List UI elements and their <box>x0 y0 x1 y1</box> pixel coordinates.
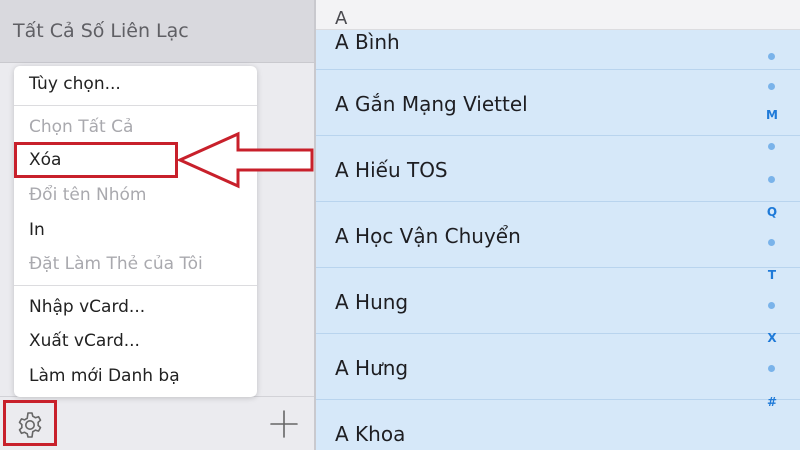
contact-name: A Hung <box>335 290 409 314</box>
settings-popup-menu: Tùy chọn... Chọn Tất Cả Xóa Đổi tên Nhóm… <box>14 66 257 397</box>
contact-name: A Hưng <box>335 356 409 380</box>
contact-name: A Bình <box>335 30 400 54</box>
index-dot[interactable] <box>768 143 775 150</box>
index-dot[interactable] <box>768 302 775 309</box>
menu-item-import-vcard[interactable]: Nhập vCard... <box>29 297 145 317</box>
index-letter-q[interactable]: Q <box>764 205 780 219</box>
sidebar-header: Tất Cả Số Liên Lạc <box>0 0 316 62</box>
menu-item-export-vcard[interactable]: Xuất vCard... <box>29 331 140 351</box>
menu-item-select-all: Chọn Tất Cả <box>29 117 134 137</box>
index-dot[interactable] <box>768 365 775 372</box>
menu-item-rename-group: Đổi tên Nhóm <box>29 185 147 205</box>
contact-row[interactable]: A Hiếu TOS <box>316 136 800 202</box>
contact-row[interactable]: A Khoa <box>316 400 800 450</box>
group-title[interactable]: Tất Cả Số Liên Lạc <box>13 20 189 42</box>
menu-separator <box>14 105 257 106</box>
index-dot[interactable] <box>768 239 775 246</box>
menu-item-preferences[interactable]: Tùy chọn... <box>29 74 121 94</box>
index-letter-x[interactable]: X <box>764 331 780 345</box>
contact-row[interactable]: A Hung <box>316 268 800 334</box>
menu-item-print[interactable]: In <box>29 220 45 240</box>
settings-button[interactable] <box>3 400 57 446</box>
contact-row[interactable]: A Gắn Mạng Viettel <box>316 70 800 136</box>
index-letter-m[interactable]: M <box>764 108 780 122</box>
contact-name: A Hiếu TOS <box>335 158 448 182</box>
menu-item-refresh-contacts[interactable]: Làm mới Danh bạ <box>29 366 180 386</box>
menu-item-make-my-card: Đặt Làm Thẻ của Tôi <box>29 254 203 274</box>
index-letter-t[interactable]: T <box>764 268 780 282</box>
index-dot[interactable] <box>768 53 775 60</box>
contact-name: A Khoa <box>335 422 406 446</box>
index-letter-hash[interactable]: # <box>764 395 780 409</box>
contact-name: A Gắn Mạng Viettel <box>335 92 528 116</box>
sidebar-divider <box>0 62 316 63</box>
index-dot[interactable] <box>768 83 775 90</box>
sidebar: Tất Cả Số Liên Lạc Tùy chọn... Chọn Tất … <box>0 0 316 450</box>
delete-highlight-box <box>14 142 178 178</box>
contact-row[interactable]: A Hưng <box>316 334 800 400</box>
plus-icon[interactable] <box>270 410 298 438</box>
index-dot[interactable] <box>768 176 775 183</box>
contact-name: A Học Vận Chuyển <box>335 224 521 248</box>
contact-list: A Bình A Gắn Mạng Viettel A Hiếu TOS A H… <box>316 0 800 450</box>
gear-icon <box>18 412 42 438</box>
section-header: A <box>316 0 800 30</box>
section-letter: A <box>335 8 348 29</box>
callout-arrow-icon <box>178 131 314 189</box>
contact-row[interactable]: A Học Vận Chuyển <box>316 202 800 268</box>
menu-separator <box>14 285 257 286</box>
